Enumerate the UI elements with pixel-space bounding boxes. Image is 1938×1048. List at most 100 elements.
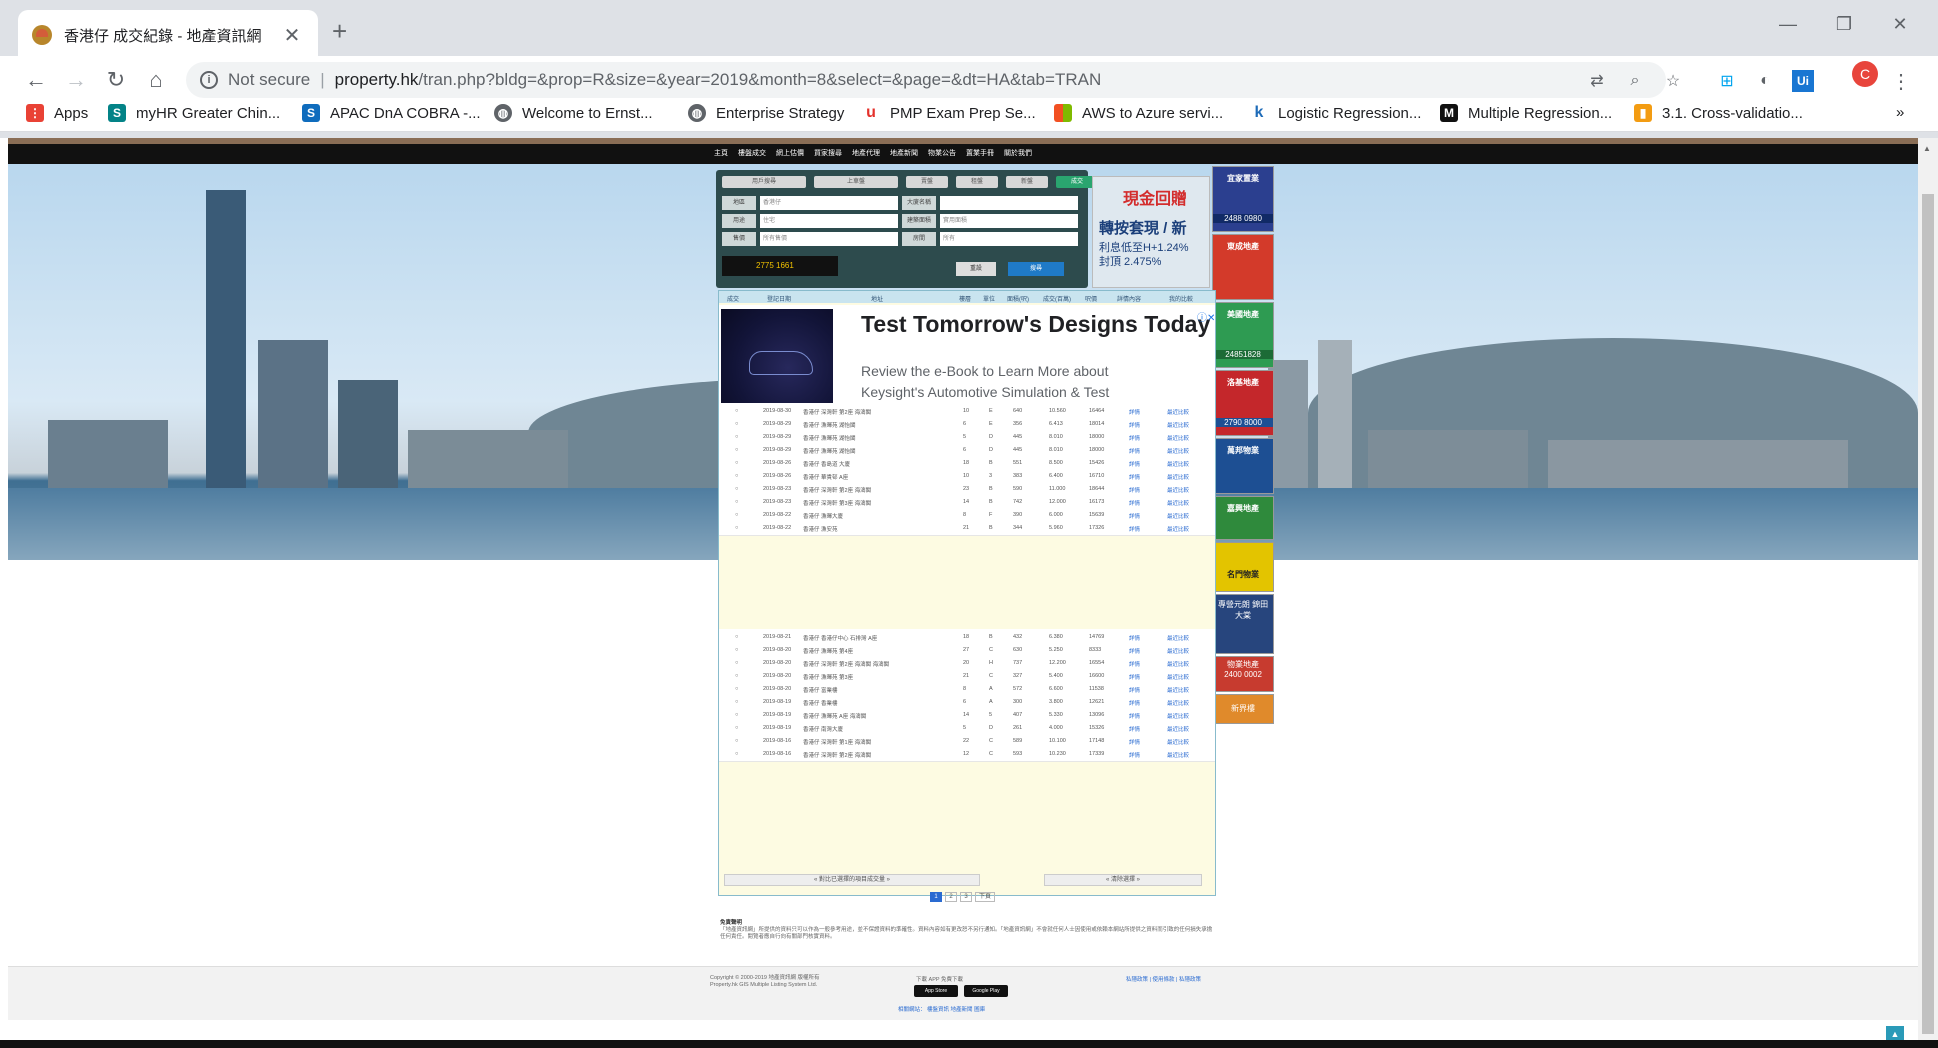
nav-link[interactable]: 置業手冊 [966, 148, 994, 158]
nav-link[interactable]: 買家搜尋 [814, 148, 842, 158]
cell-cmp[interactable]: 最近比較 [1167, 634, 1189, 642]
cell-cmp[interactable]: 最近比較 [1167, 460, 1189, 468]
cell-cmp[interactable]: 最近比較 [1167, 486, 1189, 494]
row-checkbox[interactable]: ○ [735, 686, 738, 692]
bookmark-multiple[interactable]: M Multiple Regression... [1440, 104, 1612, 122]
agent-ad[interactable]: 物業地產 2400 0002 [1212, 656, 1274, 692]
row-checkbox[interactable]: ○ [735, 525, 738, 531]
row-checkbox[interactable]: ○ [735, 421, 738, 427]
reload-icon[interactable]: ↻ [100, 64, 132, 96]
reset-button[interactable]: 重設 [956, 262, 996, 276]
cell-detail[interactable]: 詳情 [1129, 699, 1140, 707]
close-window-icon[interactable]: ✕ [1880, 14, 1920, 35]
row-checkbox[interactable]: ○ [735, 699, 738, 705]
bookmark-apps[interactable]: ⋮ Apps [26, 104, 88, 122]
cell-detail[interactable]: 詳情 [1129, 473, 1140, 481]
agent-ad[interactable]: 東成地產 [1212, 234, 1274, 300]
ad-headline[interactable]: Test Tomorrow's Designs Today [861, 311, 1210, 338]
new-tab-button[interactable]: + [332, 16, 347, 47]
page-link[interactable]: 3 [960, 892, 972, 902]
cell-detail[interactable]: 詳情 [1129, 512, 1140, 520]
cell-cmp[interactable]: 最近比較 [1167, 434, 1189, 442]
mortgage-ad[interactable]: 現金回贈 轉按套現 / 新 利息低至H+1.24% 封頂 2.475% [1092, 176, 1210, 288]
cell-cmp[interactable]: 最近比較 [1167, 751, 1189, 759]
tab-rent[interactable]: 租盤 [956, 176, 998, 188]
type-select[interactable]: 住宅 [760, 214, 898, 228]
cell-detail[interactable]: 詳情 [1129, 434, 1140, 442]
cell-cmp[interactable]: 最近比較 [1167, 660, 1189, 668]
app-store-badge[interactable]: App Store [914, 985, 958, 997]
info-icon[interactable]: i [200, 71, 218, 89]
bookmark-star-icon[interactable]: ☆ [1662, 70, 1684, 92]
tab-sale[interactable]: 賣盤 [906, 176, 948, 188]
bookmark-cross[interactable]: ▮ 3.1. Cross-validatio... [1634, 104, 1803, 122]
google-play-badge[interactable]: Google Play [964, 985, 1008, 997]
cell-cmp[interactable]: 最近比較 [1167, 725, 1189, 733]
nav-link[interactable]: 關於我們 [1004, 148, 1032, 158]
district-field[interactable]: 香港仔 [760, 196, 898, 210]
bookmark-aws[interactable]: AWS to Azure servi... [1054, 104, 1223, 122]
cell-cmp[interactable]: 最近比較 [1167, 499, 1189, 507]
room-select[interactable]: 所有 [940, 232, 1078, 246]
agent-ad[interactable]: 洛基地產 2790 8000 [1212, 370, 1274, 436]
scrollbar-thumb[interactable] [1922, 194, 1934, 1034]
cell-detail[interactable]: 詳情 [1129, 499, 1140, 507]
windows-extension-icon[interactable]: ⊞ [1716, 70, 1738, 92]
cell-cmp[interactable]: 最近比較 [1167, 447, 1189, 455]
cell-detail[interactable]: 詳情 [1129, 712, 1140, 720]
search-button[interactable]: 搜尋 [1008, 262, 1064, 276]
cell-cmp[interactable]: 最近比較 [1167, 408, 1189, 416]
row-checkbox[interactable]: ○ [735, 486, 738, 492]
row-checkbox[interactable]: ○ [735, 647, 738, 653]
minimize-icon[interactable]: — [1768, 14, 1808, 35]
cell-cmp[interactable]: 最近比較 [1167, 712, 1189, 720]
cell-detail[interactable]: 詳情 [1129, 751, 1140, 759]
bookmark-myhr[interactable]: SmyHR Greater Chin... [108, 104, 280, 122]
nav-link[interactable]: 網上估價 [776, 148, 804, 158]
table-row[interactable]: ○ 2019-08-16 香港仔 深灣軒 第2座 海濤閣 12 C 593 10.230 17… [719, 746, 1215, 762]
agent-ad[interactable]: 名門物業 [1212, 542, 1274, 592]
back-icon[interactable]: ← [20, 64, 52, 96]
compare-selected-button[interactable]: « 對比已選擇的項目成交量 » [724, 874, 980, 886]
area-select[interactable]: 實用面積 [940, 214, 1078, 228]
footer-policy-links[interactable]: 私隱政策 | 使用條款 | 私隱政策 [1126, 975, 1201, 983]
bookmark-apac[interactable]: S APAC DnA COBRA -... [302, 104, 481, 122]
cell-cmp[interactable]: 最近比較 [1167, 512, 1189, 520]
agent-ad[interactable]: 嘉興地產 [1212, 496, 1274, 540]
page-link[interactable]: 2 [945, 892, 957, 902]
profile-avatar[interactable]: C [1852, 61, 1878, 87]
cell-detail[interactable]: 詳情 [1129, 660, 1140, 668]
cell-detail[interactable]: 詳情 [1129, 673, 1140, 681]
row-checkbox[interactable]: ○ [735, 712, 738, 718]
agent-ad[interactable]: 萬邦物業 [1212, 438, 1274, 494]
row-checkbox[interactable]: ○ [735, 460, 738, 466]
nav-link[interactable]: 物業公告 [928, 148, 956, 158]
forward-icon[interactable]: → [60, 64, 92, 96]
cell-detail[interactable]: 詳情 [1129, 647, 1140, 655]
ad-close-icon[interactable]: ⓘ✕ [1197, 309, 1215, 324]
cell-detail[interactable]: 詳情 [1129, 725, 1140, 733]
cell-detail[interactable]: 詳情 [1129, 738, 1140, 746]
cell-detail[interactable]: 詳情 [1129, 525, 1140, 533]
row-checkbox[interactable]: ○ [735, 660, 738, 666]
table-row[interactable]: ○ 2019-08-22 香港仔 漁安苑 21 B 344 5.960 17326 詳情 最近比較 [719, 520, 1215, 536]
row-checkbox[interactable]: ○ [735, 725, 738, 731]
cell-cmp[interactable]: 最近比較 [1167, 686, 1189, 694]
cell-detail[interactable]: 詳情 [1129, 460, 1140, 468]
menu-kebab-icon[interactable]: ⋮ [1890, 70, 1912, 93]
cell-detail[interactable]: 詳情 [1129, 447, 1140, 455]
row-checkbox[interactable]: ○ [735, 499, 738, 505]
uipath-extension-icon[interactable]: Ui [1792, 70, 1814, 92]
price-select[interactable]: 所有售價 [760, 232, 898, 246]
cell-cmp[interactable]: 最近比較 [1167, 673, 1189, 681]
address-bar[interactable]: i Not secure | property.hk /tran.php?bld… [186, 62, 1666, 98]
scroll-up-icon[interactable]: ▲ [1923, 144, 1931, 153]
tab-new[interactable]: 新盤 [1006, 176, 1048, 188]
nav-link[interactable]: 樓盤成交 [738, 148, 766, 158]
next-page-link[interactable]: 下頁 [975, 892, 995, 902]
row-checkbox[interactable]: ○ [735, 447, 738, 453]
clear-selection-button[interactable]: « 清除選擇 » [1044, 874, 1202, 886]
row-checkbox[interactable]: ○ [735, 673, 738, 679]
agent-ad[interactable]: 美國地產 24851828 [1212, 302, 1274, 368]
bookmark-ernst[interactable]: ◍ Welcome to Ernst... [494, 104, 653, 122]
